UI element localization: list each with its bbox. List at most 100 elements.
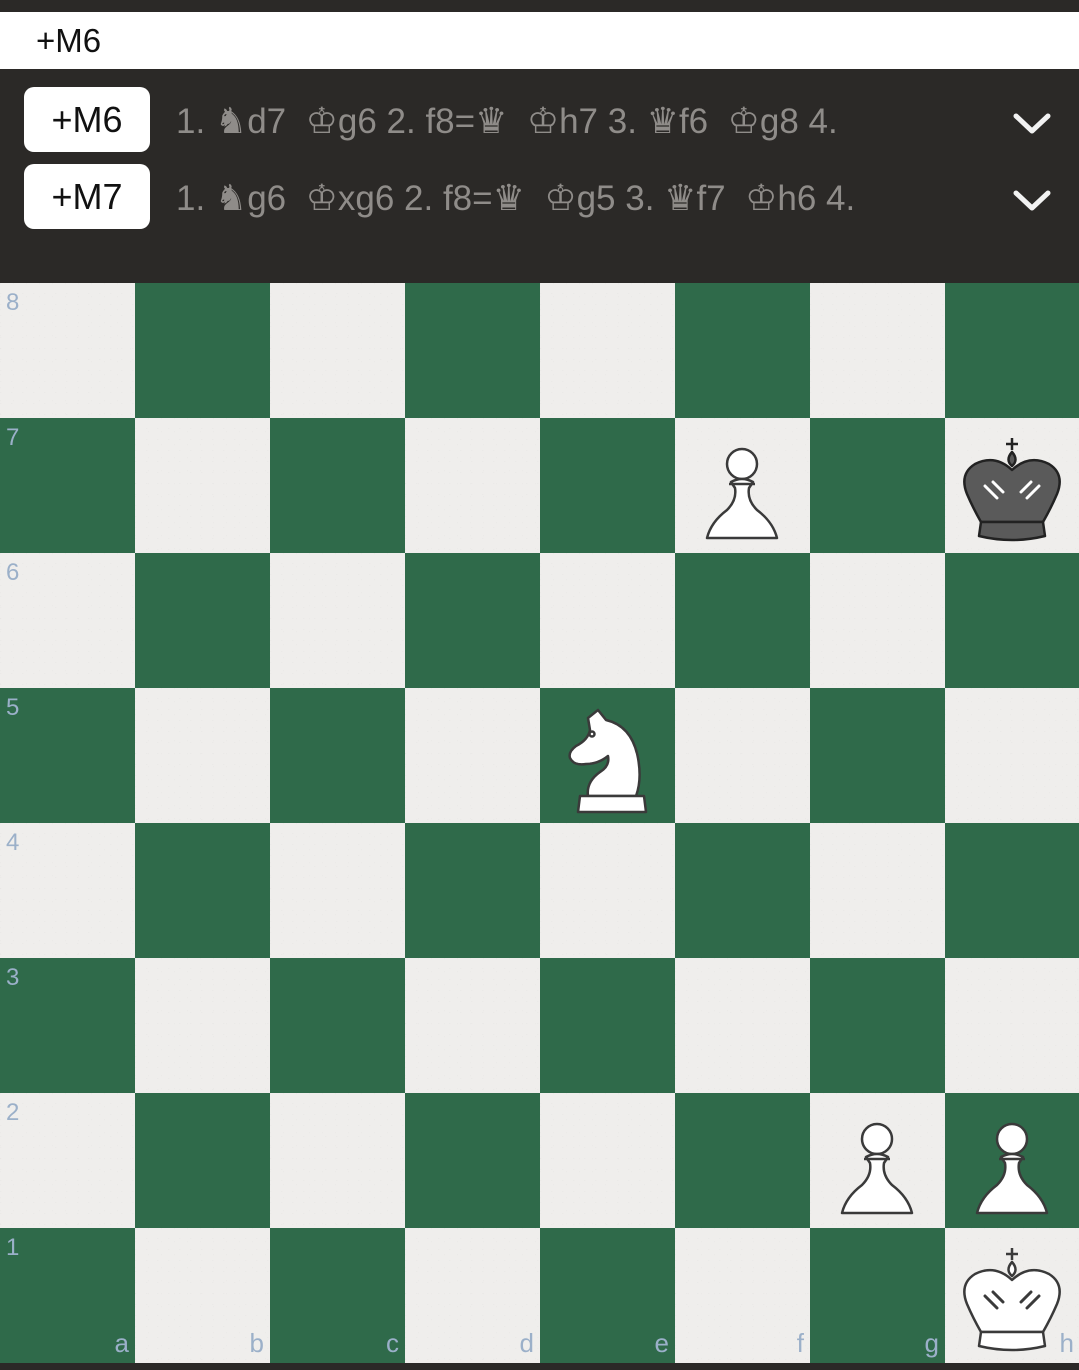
square-e6[interactable] bbox=[540, 553, 675, 688]
square-a1[interactable]: 1a bbox=[0, 1228, 135, 1363]
line-moves: 1. ♞g6 ♔xg6 2. f8=♛ ♔g5 3. ♛f7 ♔h6 4. bbox=[176, 164, 976, 230]
piece-glyph-icon: ♔ bbox=[526, 101, 560, 142]
move-text: h6 4. bbox=[777, 179, 856, 218]
square-a7[interactable]: 7 bbox=[0, 418, 135, 553]
white-pawn-icon[interactable] bbox=[945, 1093, 1079, 1228]
square-e8[interactable] bbox=[540, 283, 675, 418]
square-c3[interactable] bbox=[270, 958, 405, 1093]
square-c5[interactable] bbox=[270, 688, 405, 823]
move-text: 1. bbox=[176, 179, 215, 218]
piece-glyph-icon: ♞ bbox=[214, 101, 248, 142]
square-h6[interactable] bbox=[945, 553, 1079, 688]
chevron-down-icon[interactable] bbox=[1012, 189, 1052, 213]
line-score-badge: +M6 bbox=[24, 87, 150, 152]
square-b7[interactable] bbox=[135, 418, 270, 553]
square-d4[interactable] bbox=[405, 823, 540, 958]
square-h7[interactable] bbox=[945, 418, 1079, 553]
square-c1[interactable]: c bbox=[270, 1228, 405, 1363]
square-d1[interactable]: d bbox=[405, 1228, 540, 1363]
engine-line-1[interactable]: +M6 1. ♞d7 ♔g6 2. f8=♛ ♔h7 3. ♛f6 ♔g8 4. bbox=[0, 87, 1079, 153]
evaluation-score: +M6 bbox=[36, 22, 102, 59]
white-king-icon[interactable] bbox=[945, 1228, 1079, 1363]
square-h1[interactable]: h bbox=[945, 1228, 1079, 1363]
move-text: xg6 2. f8= bbox=[337, 179, 493, 218]
square-f8[interactable] bbox=[675, 283, 810, 418]
white-pawn-icon[interactable] bbox=[675, 418, 810, 553]
square-e7[interactable] bbox=[540, 418, 675, 553]
square-a4[interactable]: 4 bbox=[0, 823, 135, 958]
square-e1[interactable]: e bbox=[540, 1228, 675, 1363]
square-c7[interactable] bbox=[270, 418, 405, 553]
square-a6[interactable]: 6 bbox=[0, 553, 135, 688]
square-d8[interactable] bbox=[405, 283, 540, 418]
square-f3[interactable] bbox=[675, 958, 810, 1093]
line-score-badge: +M7 bbox=[24, 164, 150, 229]
square-g4[interactable] bbox=[810, 823, 945, 958]
square-b4[interactable] bbox=[135, 823, 270, 958]
square-e3[interactable] bbox=[540, 958, 675, 1093]
square-a8[interactable]: 8 bbox=[0, 283, 135, 418]
square-b8[interactable] bbox=[135, 283, 270, 418]
file-label: c bbox=[386, 1328, 399, 1358]
square-e5[interactable] bbox=[540, 688, 675, 823]
square-d3[interactable] bbox=[405, 958, 540, 1093]
square-b6[interactable] bbox=[135, 553, 270, 688]
engine-lines-panel: +M6 1. ♞d7 ♔g6 2. f8=♛ ♔h7 3. ♛f6 ♔g8 4.… bbox=[0, 69, 1079, 283]
square-b3[interactable] bbox=[135, 958, 270, 1093]
square-h4[interactable] bbox=[945, 823, 1079, 958]
square-d6[interactable] bbox=[405, 553, 540, 688]
chess-board[interactable]: 8 7654321ab c d ef gh bbox=[0, 283, 1079, 1363]
square-h8[interactable] bbox=[945, 283, 1079, 418]
move-text: f7 bbox=[696, 179, 746, 218]
square-e2[interactable] bbox=[540, 1093, 675, 1228]
square-c2[interactable] bbox=[270, 1093, 405, 1228]
square-d7[interactable] bbox=[405, 418, 540, 553]
engine-line-2[interactable]: +M7 1. ♞g6 ♔xg6 2. f8=♛ ♔g5 3. ♛f7 ♔h6 4… bbox=[0, 164, 1079, 230]
chevron-down-icon[interactable] bbox=[1012, 112, 1052, 136]
square-f6[interactable] bbox=[675, 553, 810, 688]
white-pawn-icon[interactable] bbox=[810, 1093, 945, 1228]
file-label: d bbox=[519, 1328, 534, 1358]
square-h2[interactable] bbox=[945, 1093, 1079, 1228]
square-e4[interactable] bbox=[540, 823, 675, 958]
square-h5[interactable] bbox=[945, 688, 1079, 823]
square-c6[interactable] bbox=[270, 553, 405, 688]
file-label: g bbox=[924, 1328, 939, 1358]
square-g6[interactable] bbox=[810, 553, 945, 688]
move-text: h7 3. bbox=[559, 102, 647, 141]
square-c4[interactable] bbox=[270, 823, 405, 958]
square-d2[interactable] bbox=[405, 1093, 540, 1228]
square-b1[interactable]: b bbox=[135, 1228, 270, 1363]
square-f5[interactable] bbox=[675, 688, 810, 823]
black-king-icon[interactable] bbox=[945, 418, 1079, 553]
square-g8[interactable] bbox=[810, 283, 945, 418]
piece-glyph-icon: ♛ bbox=[664, 178, 697, 219]
rank-label: 1 bbox=[6, 1234, 20, 1261]
square-f4[interactable] bbox=[675, 823, 810, 958]
move-text: f6 bbox=[678, 102, 728, 141]
square-a3[interactable]: 3 bbox=[0, 958, 135, 1093]
square-a2[interactable]: 2 bbox=[0, 1093, 135, 1228]
square-g7[interactable] bbox=[810, 418, 945, 553]
move-text: g8 4. bbox=[759, 102, 838, 141]
square-g2[interactable] bbox=[810, 1093, 945, 1228]
piece-glyph-icon: ♞ bbox=[214, 178, 248, 219]
square-h3[interactable] bbox=[945, 958, 1079, 1093]
square-c8[interactable] bbox=[270, 283, 405, 418]
square-f7[interactable] bbox=[675, 418, 810, 553]
square-f1[interactable]: f bbox=[675, 1228, 810, 1363]
line-moves: 1. ♞d7 ♔g6 2. f8=♛ ♔h7 3. ♛f6 ♔g8 4. bbox=[176, 87, 976, 153]
piece-glyph-icon: ♔ bbox=[544, 178, 577, 219]
square-g5[interactable] bbox=[810, 688, 945, 823]
square-b5[interactable] bbox=[135, 688, 270, 823]
square-g1[interactable]: g bbox=[810, 1228, 945, 1363]
file-label: e bbox=[654, 1328, 669, 1358]
square-g3[interactable] bbox=[810, 958, 945, 1093]
square-b2[interactable] bbox=[135, 1093, 270, 1228]
move-text: g6 bbox=[247, 179, 306, 218]
square-d5[interactable] bbox=[405, 688, 540, 823]
square-f2[interactable] bbox=[675, 1093, 810, 1228]
white-knight-icon[interactable] bbox=[540, 688, 675, 823]
rank-label: 8 bbox=[6, 289, 20, 316]
square-a5[interactable]: 5 bbox=[0, 688, 135, 823]
